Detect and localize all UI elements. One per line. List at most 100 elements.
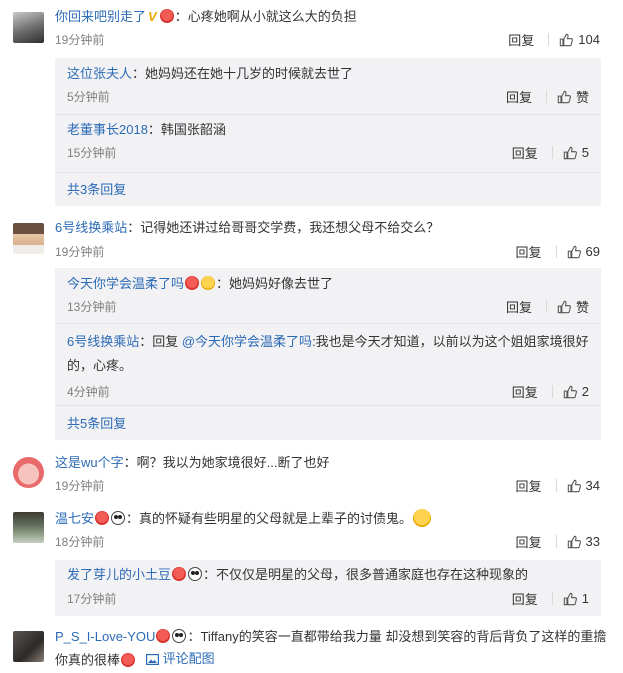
divider bbox=[548, 33, 550, 46]
reply-button[interactable]: 回复 bbox=[516, 476, 542, 495]
mention-link[interactable]: @今天你学会温柔了吗 bbox=[182, 334, 312, 349]
username-link[interactable]: 发了芽儿的小土豆 bbox=[67, 567, 171, 582]
comment-2: 6号线换乘站：记得她还讲过给哥哥交学费，我还想父母不给交么？ 19分钟前 回复 … bbox=[0, 212, 623, 444]
comment-body: ：记得她还讲过给哥哥交学费，我还想父母不给交么？ bbox=[127, 220, 440, 235]
username-link[interactable]: 6号线换乘站 bbox=[67, 334, 139, 349]
reply-actions: 回复 赞 bbox=[506, 297, 589, 316]
avatar[interactable] bbox=[13, 631, 44, 662]
username-link[interactable]: 你回来吧别走了 bbox=[55, 9, 146, 24]
divider bbox=[555, 479, 557, 492]
reply-body: ：韩国张韶涵 bbox=[147, 122, 226, 137]
timestamp: 15分钟前 bbox=[67, 146, 117, 160]
reply-button[interactable]: 回复 bbox=[506, 87, 532, 106]
comment-text-line: 温七安 ：真的怀疑有些明星的父母就是上辈子的讨债鬼。 bbox=[55, 508, 615, 530]
username-link[interactable]: 这位张夫人 bbox=[67, 66, 132, 81]
comment-picture-link[interactable]: 评论配图 bbox=[145, 649, 215, 669]
timestamp: 4分钟前 bbox=[67, 385, 110, 399]
comment-body: ：真的怀疑有些明星的父母就是上辈子的讨债鬼。 bbox=[126, 511, 413, 526]
divider bbox=[55, 405, 601, 406]
thumb-up-icon[interactable] bbox=[563, 146, 577, 160]
reply-text-line: 发了芽儿的小土豆 ：不仅仅是明星的父母，很多普通家庭也存在这种现象的 bbox=[67, 566, 528, 584]
reply-button[interactable]: 回复 bbox=[516, 242, 542, 261]
reply-button[interactable]: 回复 bbox=[512, 589, 538, 608]
timestamp: 18分钟前 bbox=[55, 535, 105, 549]
avatar[interactable] bbox=[13, 457, 44, 488]
divider bbox=[545, 90, 547, 103]
vip-badge-icon: V bbox=[148, 9, 157, 24]
avatar[interactable] bbox=[13, 223, 44, 254]
comment-body: ：心疼她啊从小就这么大的负担 bbox=[174, 9, 357, 24]
divider bbox=[551, 146, 553, 159]
heart-face-emoji bbox=[172, 567, 187, 581]
divider bbox=[55, 172, 601, 173]
comment-body: ：啊？我以为她家境很好...断了也好 bbox=[123, 455, 330, 470]
username-link[interactable]: 温七安 bbox=[55, 511, 94, 526]
reply-item: 今天你学会温柔了吗 ：她妈妈好像去世了 13分钟前 回复 赞 bbox=[67, 268, 591, 323]
thumb-up-icon[interactable] bbox=[563, 385, 577, 399]
comment-actions: 回复 34 bbox=[516, 476, 600, 495]
thumb-up-icon[interactable] bbox=[567, 245, 581, 259]
reply-actions: 回复 赞 bbox=[506, 87, 589, 106]
comment-text-line-2: 你真的很棒 评论配图 bbox=[55, 649, 615, 671]
view-more-replies-link[interactable]: 共5条回复 bbox=[67, 413, 126, 432]
username-link[interactable]: 6号线换乘站 bbox=[55, 220, 127, 235]
reply-body: ：不仅仅是明星的父母，很多普通家庭也存在这种现象的 bbox=[203, 567, 529, 582]
thumb-up-icon[interactable] bbox=[559, 33, 574, 47]
like-count: 69 bbox=[585, 244, 600, 259]
medal-emoji bbox=[201, 276, 216, 290]
timestamp: 19分钟前 bbox=[55, 245, 105, 259]
avatar[interactable] bbox=[13, 12, 44, 43]
username-link[interactable]: 这是wu个字 bbox=[55, 455, 124, 470]
divider bbox=[555, 245, 557, 258]
thumb-up-icon[interactable] bbox=[557, 300, 571, 314]
divider bbox=[551, 385, 553, 398]
reply-text-line: 6号线换乘站：回复 @今天你学会温柔了吗:我也是今天才知道，以前以为这个姐姐家境… bbox=[67, 330, 589, 378]
like-count: 2 bbox=[581, 384, 589, 399]
view-more-replies-link[interactable]: 共3条回复 bbox=[67, 179, 126, 198]
reply-actions: 回复 5 bbox=[512, 143, 589, 162]
reply-actions: 回复 1 bbox=[512, 589, 589, 608]
thumb-up-icon[interactable] bbox=[567, 535, 581, 549]
like-count: 33 bbox=[585, 534, 600, 549]
reply-text-line: 这位张夫人：她妈妈还在她十几岁的时候就去世了 bbox=[67, 65, 353, 83]
comment-actions: 回复 104 bbox=[508, 30, 600, 49]
avatar[interactable] bbox=[13, 512, 44, 543]
reply-item: 老董事长2018：韩国张韶涵 15分钟前 回复 5 bbox=[67, 115, 591, 171]
thumb-up-icon[interactable] bbox=[563, 592, 577, 606]
timestamp: 5分钟前 bbox=[67, 90, 110, 104]
reply-button[interactable]: 回复 bbox=[506, 297, 532, 316]
reply-actions: 回复 2 bbox=[512, 382, 589, 401]
heart-eyes-emoji bbox=[121, 652, 136, 667]
reply-body: ：回复 bbox=[139, 334, 182, 349]
reply-body: :我也是今天才知道，以前以为这个姐姐家境很好 bbox=[312, 334, 589, 349]
comment-3: 这是wu个字：啊？我以为她家境很好...断了也好 19分钟前 回复 34 bbox=[0, 446, 623, 498]
comment-actions: 回复 33 bbox=[516, 532, 600, 551]
divider bbox=[551, 592, 553, 605]
reply-button[interactable]: 回复 bbox=[512, 143, 538, 162]
username-link[interactable]: P_S_I-Love-YOU bbox=[55, 629, 155, 644]
comment-body-cont: 你真的很棒 bbox=[55, 652, 121, 668]
smile-emoji bbox=[413, 509, 432, 527]
reply-item: 发了芽儿的小土豆 ：不仅仅是明星的父母，很多普通家庭也存在这种现象的 17分钟前 … bbox=[67, 560, 591, 616]
panda-emoji bbox=[172, 629, 187, 643]
comment-text-line: 这是wu个字：啊？我以为她家境很好...断了也好 bbox=[55, 454, 615, 472]
like-label[interactable]: 赞 bbox=[576, 297, 589, 316]
thumb-up-icon[interactable] bbox=[567, 479, 581, 493]
reply-body: ：她妈妈还在她十几岁的时候就去世了 bbox=[132, 66, 354, 81]
reply-button[interactable]: 回复 bbox=[512, 382, 538, 401]
reply-body: ：她妈妈好像去世了 bbox=[216, 276, 334, 291]
reply-text-line: 老董事长2018：韩国张韶涵 bbox=[67, 121, 226, 139]
reply-panel: 这位张夫人：她妈妈还在她十几岁的时候就去世了 5分钟前 回复 赞 老董事长201… bbox=[55, 58, 601, 206]
comment-4: 温七安 ：真的怀疑有些明星的父母就是上辈子的讨债鬼。 18分钟前 回复 33 发了… bbox=[0, 502, 623, 620]
reply-button[interactable]: 回复 bbox=[508, 30, 534, 49]
heart-face-emoji bbox=[185, 276, 200, 290]
divider bbox=[555, 535, 557, 548]
timestamp: 19分钟前 bbox=[55, 33, 105, 47]
divider bbox=[545, 300, 547, 313]
timestamp: 19分钟前 bbox=[55, 479, 105, 493]
reply-button[interactable]: 回复 bbox=[516, 532, 542, 551]
like-label[interactable]: 赞 bbox=[576, 87, 589, 106]
username-link[interactable]: 今天你学会温柔了吗 bbox=[67, 276, 184, 291]
thumb-up-icon[interactable] bbox=[557, 90, 571, 104]
username-link[interactable]: 老董事长2018 bbox=[67, 122, 148, 137]
